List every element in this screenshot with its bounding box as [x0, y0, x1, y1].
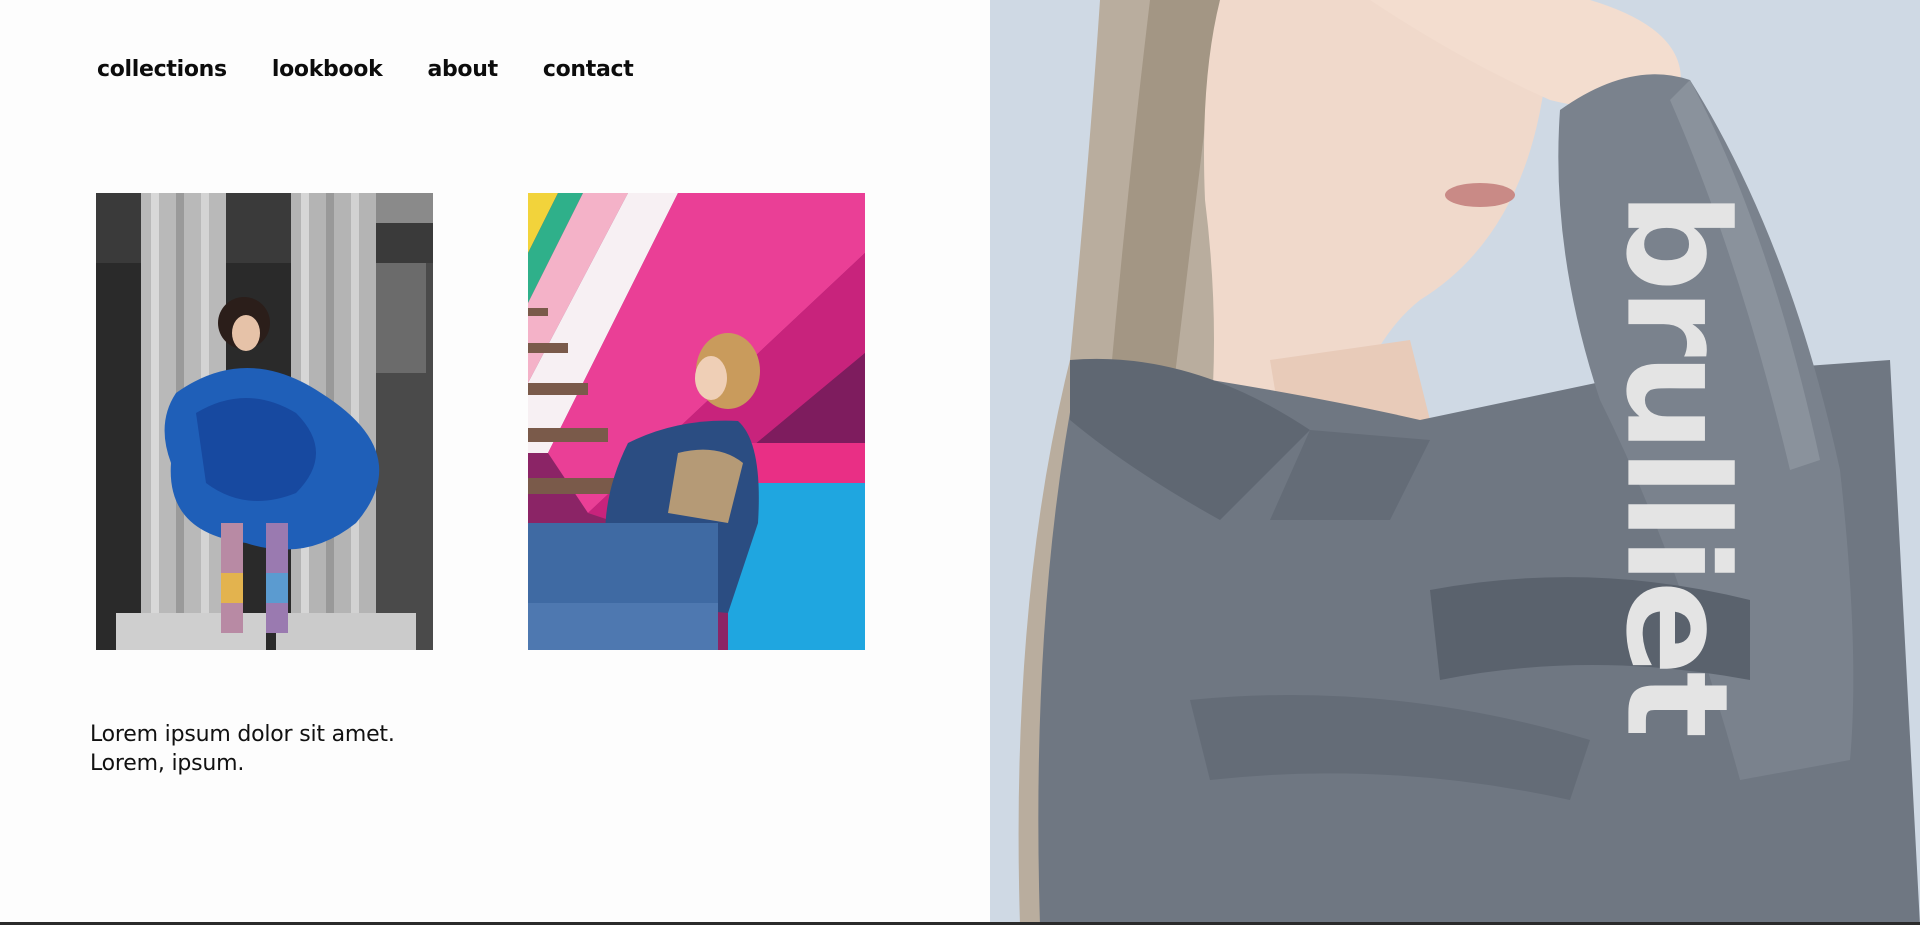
caption-line-2: Lorem, ipsum.: [90, 751, 245, 776]
lookbook-photo-blue-tulle[interactable]: [96, 193, 433, 650]
nav-lookbook[interactable]: lookbook: [272, 54, 383, 86]
nav-contact[interactable]: contact: [543, 54, 634, 86]
lookbook-photo-color-wall[interactable]: [528, 193, 865, 650]
hero-image: [990, 0, 1920, 925]
intro-caption: Lorem ipsum dolor sit amet. Lorem, ipsum…: [90, 720, 395, 778]
caption-line-1: Lorem ipsum dolor sit amet.: [90, 722, 395, 747]
nav-collections[interactable]: collections: [97, 54, 227, 86]
nav-about[interactable]: about: [427, 54, 498, 86]
main-nav: collections lookbook about contact: [97, 54, 678, 86]
